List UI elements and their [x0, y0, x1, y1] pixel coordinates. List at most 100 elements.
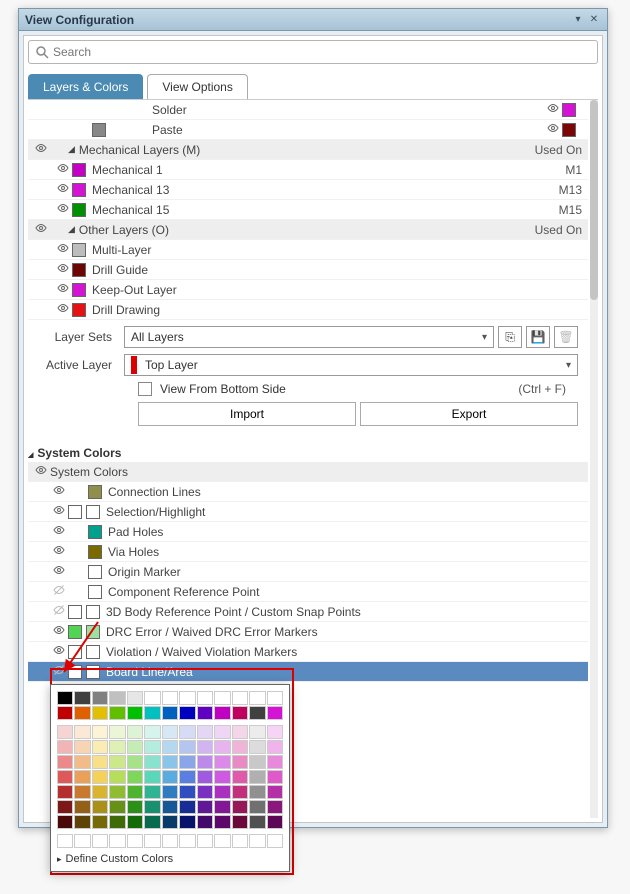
- visibility-icon[interactable]: [50, 504, 68, 519]
- color-swatch[interactable]: [88, 585, 102, 599]
- system-color-row[interactable]: Connection Lines: [28, 482, 588, 502]
- color-cell[interactable]: [57, 815, 73, 829]
- color-cell[interactable]: [267, 815, 283, 829]
- color-cell[interactable]: [57, 770, 73, 784]
- color-cell[interactable]: [232, 725, 248, 739]
- color-cell[interactable]: [127, 740, 143, 754]
- color-cell[interactable]: [249, 800, 265, 814]
- system-colors-section-title[interactable]: System Colors: [28, 444, 588, 462]
- color-swatch[interactable]: [72, 243, 86, 257]
- visibility-icon[interactable]: [54, 242, 72, 257]
- color-cell[interactable]: [74, 755, 90, 769]
- layer-row[interactable]: Solder: [28, 100, 588, 120]
- system-colors-header[interactable]: System Colors: [28, 462, 588, 482]
- color-cell[interactable]: [232, 800, 248, 814]
- visibility-icon[interactable]: [50, 564, 68, 579]
- color-cell[interactable]: [267, 691, 283, 705]
- color-swatch[interactable]: [68, 665, 82, 679]
- color-cell[interactable]: [92, 706, 108, 720]
- color-swatch[interactable]: [72, 203, 86, 217]
- color-cell[interactable]: [249, 725, 265, 739]
- color-swatch[interactable]: [86, 625, 100, 639]
- color-cell[interactable]: [249, 785, 265, 799]
- color-cell[interactable]: [197, 770, 213, 784]
- define-custom-colors[interactable]: Define Custom Colors: [57, 849, 283, 865]
- color-cell[interactable]: [197, 706, 213, 720]
- color-cell[interactable]: [249, 834, 265, 848]
- color-cell[interactable]: [249, 740, 265, 754]
- color-cell[interactable]: [57, 834, 73, 848]
- color-cell[interactable]: [74, 800, 90, 814]
- color-swatch[interactable]: [72, 283, 86, 297]
- system-color-row[interactable]: Violation / Waived Violation Markers: [28, 642, 588, 662]
- color-cell[interactable]: [92, 740, 108, 754]
- color-cell[interactable]: [214, 706, 230, 720]
- layer-group-header[interactable]: ◢ Other Layers (O) Used On: [28, 220, 588, 240]
- color-cell[interactable]: [57, 706, 73, 720]
- color-swatch[interactable]: [86, 665, 100, 679]
- active-layer-select[interactable]: Top Layer: [124, 354, 578, 376]
- color-cell[interactable]: [232, 785, 248, 799]
- system-color-row[interactable]: Component Reference Point: [28, 582, 588, 602]
- color-cell[interactable]: [249, 691, 265, 705]
- color-cell[interactable]: [162, 706, 178, 720]
- color-cell[interactable]: [162, 755, 178, 769]
- color-cell[interactable]: [249, 706, 265, 720]
- system-color-row[interactable]: 3D Body Reference Point / Custom Snap Po…: [28, 602, 588, 622]
- color-cell[interactable]: [109, 770, 125, 784]
- color-cell[interactable]: [92, 785, 108, 799]
- color-cell[interactable]: [144, 834, 160, 848]
- color-cell[interactable]: [127, 706, 143, 720]
- color-swatch[interactable]: [562, 103, 576, 117]
- search-input[interactable]: [53, 45, 591, 59]
- color-cell[interactable]: [267, 800, 283, 814]
- color-cell[interactable]: [162, 725, 178, 739]
- color-cell[interactable]: [144, 755, 160, 769]
- visibility-icon[interactable]: [54, 182, 72, 197]
- visibility-icon[interactable]: [32, 222, 50, 237]
- color-swatch[interactable]: [68, 645, 82, 659]
- scrollbar-track[interactable]: [590, 100, 598, 818]
- layer-group-header[interactable]: ◢ Mechanical Layers (M) Used On: [28, 140, 588, 160]
- color-cell[interactable]: [232, 706, 248, 720]
- caret-down-icon[interactable]: ◢: [68, 144, 75, 155]
- color-cell[interactable]: [92, 755, 108, 769]
- save-icon[interactable]: 💾: [526, 326, 550, 348]
- color-cell[interactable]: [197, 834, 213, 848]
- color-cell[interactable]: [214, 800, 230, 814]
- color-cell[interactable]: [267, 706, 283, 720]
- color-cell[interactable]: [74, 725, 90, 739]
- color-swatch[interactable]: [88, 545, 102, 559]
- color-cell[interactable]: [144, 770, 160, 784]
- color-cell[interactable]: [162, 691, 178, 705]
- color-cell[interactable]: [109, 755, 125, 769]
- visibility-icon[interactable]: [50, 544, 68, 559]
- color-cell[interactable]: [127, 800, 143, 814]
- color-swatch[interactable]: [86, 605, 100, 619]
- delete-icon[interactable]: 🗑: [554, 326, 578, 348]
- layer-row[interactable]: Keep-Out Layer: [28, 280, 588, 300]
- close-icon[interactable]: ✕: [587, 13, 601, 27]
- visibility-icon[interactable]: [54, 262, 72, 277]
- scrollbar-thumb[interactable]: [590, 100, 598, 300]
- color-cell[interactable]: [144, 800, 160, 814]
- color-swatch[interactable]: [68, 625, 82, 639]
- color-cell[interactable]: [92, 725, 108, 739]
- color-cell[interactable]: [92, 834, 108, 848]
- color-cell[interactable]: [57, 725, 73, 739]
- color-swatch[interactable]: [86, 505, 100, 519]
- color-cell[interactable]: [74, 740, 90, 754]
- color-cell[interactable]: [127, 815, 143, 829]
- color-cell[interactable]: [197, 691, 213, 705]
- color-cell[interactable]: [267, 740, 283, 754]
- color-cell[interactable]: [92, 770, 108, 784]
- color-cell[interactable]: [214, 815, 230, 829]
- color-cell[interactable]: [214, 785, 230, 799]
- system-color-row[interactable]: Board Line/Area: [28, 662, 588, 682]
- layer-row[interactable]: Drill Drawing: [28, 300, 588, 320]
- visibility-icon[interactable]: [32, 464, 50, 479]
- color-cell[interactable]: [214, 834, 230, 848]
- color-cell[interactable]: [197, 755, 213, 769]
- system-color-row[interactable]: DRC Error / Waived DRC Error Markers: [28, 622, 588, 642]
- color-cell[interactable]: [127, 785, 143, 799]
